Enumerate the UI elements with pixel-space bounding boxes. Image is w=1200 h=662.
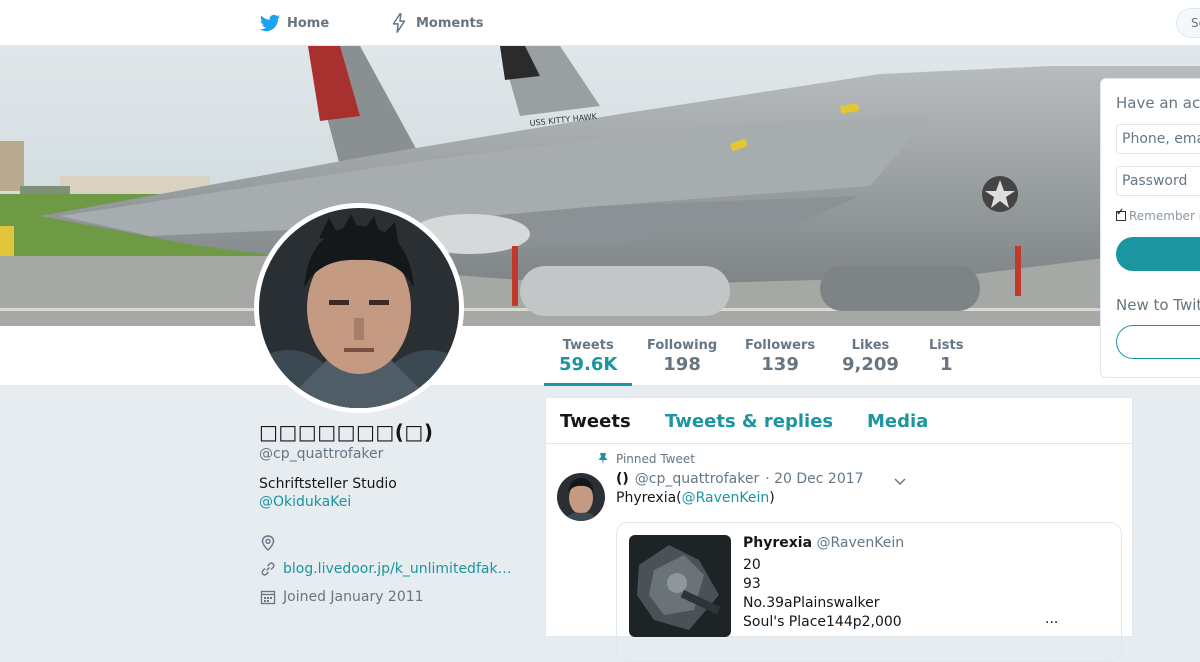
search-input[interactable]: Se (1176, 8, 1200, 38)
quoted-tweet[interactable]: Phyrexia @RavenKein 20 93 No.39aPlainswa… (616, 522, 1122, 662)
nav-moments-label: Moments (416, 15, 484, 31)
tweet-avatar[interactable] (557, 473, 605, 521)
stat-tweets[interactable]: Tweets 59.6K (559, 338, 617, 375)
stat-lists-label: Lists (929, 338, 964, 353)
tab-media[interactable]: Media (867, 411, 928, 432)
quoted-tweet-ellipsis: ... (1045, 611, 1059, 627)
pin-icon (598, 453, 608, 465)
remember-checkbox[interactable] (1116, 207, 1126, 221)
tweet-date[interactable]: · 20 Dec 2017 (765, 471, 863, 487)
stat-followers-value: 139 (761, 354, 799, 375)
nav-moments[interactable]: Moments (388, 12, 483, 34)
password-input[interactable]: Password (1116, 166, 1200, 196)
tab-tweets-replies[interactable]: Tweets & replies (665, 411, 833, 432)
profile-bio: Schriftsteller Studio (259, 476, 397, 492)
profile-stats-bar: Tweets 59.6K Following 198 Followers 139… (0, 326, 1200, 386)
lightning-icon (392, 13, 406, 33)
location-pin-icon (261, 535, 275, 551)
profile-location (259, 534, 277, 552)
stat-lists-value: 1 (939, 354, 953, 375)
timeline-tabs: Tweets Tweets & replies Media (546, 398, 1132, 444)
quoted-tweet-line: 93 (743, 576, 761, 592)
quoted-tweet-body: 20 93 No.39aPlainswalker Soul's Place144… (743, 556, 902, 632)
remember-label: Remember r (1129, 209, 1200, 223)
twitter-bird-icon (259, 14, 281, 32)
tweet-mention[interactable]: @RavenKein (682, 490, 770, 506)
top-nav: Home Moments Se (0, 0, 1200, 46)
chevron-down-icon[interactable] (893, 474, 907, 488)
quoted-tweet-name: Phyrexia (743, 535, 813, 551)
profile-bio-mention[interactable]: @OkidukaKei (259, 494, 519, 510)
login-button[interactable] (1116, 237, 1200, 271)
quoted-tweet-line: Soul's Place144p2,000 (743, 614, 902, 630)
tweet-text: Phyrexia(@RavenKein) (616, 490, 775, 506)
link-icon (261, 562, 275, 576)
pinned-label-row: Pinned Tweet (596, 452, 695, 466)
login-card: Have an acc Phone, ema Password Remember… (1100, 78, 1200, 378)
tweet-header: () @cp_quattrofaker · 20 Dec 2017 (616, 471, 864, 487)
quoted-tweet-handle: @RavenKein (816, 535, 905, 551)
signup-button[interactable] (1116, 325, 1200, 359)
stat-tweets-value: 59.6K (559, 354, 618, 375)
profile-name: □□□□□□□(□) (259, 420, 434, 444)
stat-likes-label: Likes (851, 338, 890, 353)
stat-likes[interactable]: Likes 9,209 (842, 338, 899, 375)
tweet-author-handle[interactable]: @cp_quattrofaker (635, 471, 759, 487)
profile-joined: Joined January 2011 (283, 589, 424, 605)
profile-website-row: blog.livedoor.jp/k_unlimitedfak… (259, 560, 515, 578)
nav-home[interactable]: Home (259, 12, 329, 34)
tweet-text-suffix: ) (769, 490, 775, 506)
stat-followers[interactable]: Followers 139 (745, 338, 815, 375)
quoted-tweet-artwork (629, 535, 731, 637)
nav-home-label: Home (287, 15, 330, 31)
stat-tweets-label: Tweets (562, 338, 614, 353)
stat-followers-label: Followers (745, 338, 816, 353)
stat-likes-value: 9,209 (842, 354, 899, 375)
stat-following-value: 198 (663, 354, 701, 375)
calendar-icon (260, 590, 276, 605)
active-stat-underline (544, 383, 632, 386)
profile-banner: USS KITTY HAWK (0, 46, 1200, 326)
stat-following-label: Following (647, 338, 718, 353)
profile-card: □□□□□□□(□) @cp_quattrofaker Schriftstell… (259, 420, 519, 605)
stat-lists[interactable]: Lists 1 (929, 338, 963, 375)
quoted-tweet-line: No.39aPlainswalker (743, 595, 880, 611)
phone-email-input[interactable]: Phone, ema (1116, 124, 1200, 154)
banner-image: USS KITTY HAWK (0, 46, 1200, 326)
login-title: Have an acc (1116, 94, 1200, 112)
avatar-portrait (259, 208, 459, 408)
remember-me[interactable]: Remember r (1116, 207, 1200, 223)
avatar[interactable] (259, 208, 459, 408)
tab-tweets[interactable]: Tweets (560, 411, 631, 432)
timeline: Tweets Tweets & replies Media Pinned Twe… (545, 397, 1133, 662)
quoted-tweet-line: 20 (743, 557, 761, 573)
quoted-tweet-header: Phyrexia @RavenKein (743, 535, 904, 551)
tweet-avatar-image (557, 473, 605, 521)
profile-joined-row: Joined January 2011 (259, 588, 424, 606)
new-to-twitter-label: New to Twitt (1116, 296, 1200, 314)
stat-following[interactable]: Following 198 (647, 338, 717, 375)
quoted-tweet-image (629, 535, 731, 637)
tweet-author-name[interactable]: () (616, 471, 629, 487)
profile-website-link[interactable]: blog.livedoor.jp/k_unlimitedfak… (283, 561, 515, 577)
profile-handle[interactable]: @cp_quattrofaker (259, 446, 519, 462)
pinned-tweet-label: Pinned Tweet (616, 452, 695, 466)
tweet-text-prefix: Phyrexia( (616, 490, 682, 506)
